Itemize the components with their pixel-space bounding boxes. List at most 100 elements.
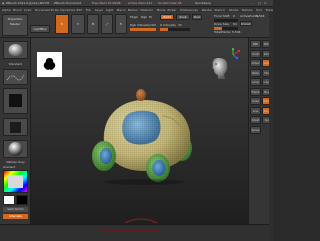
shelf-button-frame[interactable]: Frame (250, 87, 261, 96)
z-intensity-slider[interactable] (160, 28, 190, 31)
menu-item-material[interactable]: Material (140, 8, 152, 12)
document-title: ZBrush Document (54, 1, 82, 5)
z-intensity-value: 25 (178, 23, 182, 27)
alpha-thumbnail[interactable] (3, 88, 28, 114)
free-mem: Free Mem 97.99GB (92, 1, 121, 5)
shelf-button-persp[interactable]: Persp (250, 68, 261, 77)
zadd-button[interactable]: Zadd (160, 14, 174, 20)
texture-off-icon (10, 122, 21, 133)
title-bar: ◆ ZBrush 2021.6 [Jules] ZbrTM ZBrush Doc… (0, 0, 273, 7)
tray-divider[interactable] (269, 12, 273, 241)
bottom-shelf (0, 224, 269, 241)
scale-button[interactable]: ⤢ (101, 14, 113, 34)
maximize-button[interactable]: □ (258, 1, 261, 5)
floor-grid-icon (124, 218, 158, 224)
m-button[interactable]: M (149, 15, 152, 19)
draw-size-label: Draw Size (214, 22, 229, 26)
texture-thumbnail[interactable] (3, 118, 28, 136)
matcap-sphere-icon (8, 142, 23, 156)
menu-item-layer[interactable]: Layer (95, 8, 103, 12)
menu-item-picker[interactable]: Picker (168, 8, 177, 12)
alpha-off-icon (9, 94, 22, 107)
menu-item-texture[interactable]: Texture (242, 8, 253, 12)
draw-button[interactable]: ✏ (71, 14, 85, 34)
menu-item-preferences[interactable]: Preferences (180, 8, 198, 12)
timeline-track[interactable] (100, 230, 160, 231)
mrgb-button[interactable]: Mrgb (130, 15, 138, 19)
close-button[interactable]: × (264, 1, 267, 5)
shelf-button-scale[interactable]: Scale (250, 97, 261, 105)
edit-button[interactable]: ✎ (55, 14, 69, 34)
menu-item-stroke[interactable]: Stroke (229, 8, 239, 12)
toy-car-model[interactable] (86, 86, 206, 186)
projection-master-button[interactable]: Projection Master (2, 14, 28, 36)
menu-item-light[interactable]: Light (106, 8, 114, 12)
standard-brush-icon (8, 44, 23, 56)
rgb-intensity-slider[interactable] (130, 28, 156, 31)
material-thumbnail[interactable] (3, 140, 28, 158)
material-label: MatCap Gray (6, 160, 25, 164)
menu-item-alpha[interactable]: Alpha (2, 8, 11, 12)
color-picker-icon (4, 171, 27, 192)
menu-item-file[interactable]: File (86, 8, 91, 12)
menu-item-brush[interactable]: Brush (13, 8, 22, 12)
menu-item-edit[interactable]: Edit (76, 8, 82, 12)
menu-item-document[interactable]: Document (35, 8, 51, 12)
left-shelf: Standard MatCap Gray Gradient SwitchColo… (0, 38, 31, 224)
shelf-button-scroll[interactable]: Scroll (250, 49, 261, 58)
menu-item-transform[interactable]: Transform (265, 8, 273, 12)
menu-item-render[interactable]: Render (202, 8, 213, 12)
move-icon: ✥ (91, 22, 95, 26)
total-points-value: 5,504 (232, 30, 241, 34)
window-title: ZBrush 2021.6 [Jules] ZbrTM (6, 1, 50, 5)
alpha-preview (37, 52, 62, 77)
scratch-disk: Scratch Disk 48 (158, 1, 182, 5)
focal-shift-value: 0 (233, 14, 235, 18)
menu-item-dynamics[interactable]: Dynamics (60, 8, 75, 12)
scale-icon: ⤢ (105, 22, 109, 26)
shelf-button-xpose[interactable]: Xpose (250, 125, 261, 134)
minimize-button[interactable]: – (252, 1, 254, 5)
brush-label: Standard (8, 62, 23, 66)
rgb-button[interactable]: Rgb (141, 15, 147, 19)
menu-item-movie[interactable]: Movie (157, 8, 166, 12)
draw-icon: ✏ (76, 22, 80, 26)
shelf-button-ghost[interactable]: Ghost (250, 116, 261, 124)
secondary-color-swatch[interactable] (16, 195, 28, 205)
alternate-button[interactable]: Alternate (3, 214, 28, 219)
menu-item-color[interactable]: Color (24, 8, 32, 12)
focal-shift-label: Focal Shift (214, 14, 230, 18)
z-intensity-fill (160, 28, 168, 31)
alpha-blob-icon (43, 58, 56, 70)
zcut-button[interactable]: Zcut (192, 14, 202, 20)
color-picker[interactable] (3, 170, 28, 193)
switch-color-button[interactable]: SwitchColor (3, 207, 28, 212)
shelf-button-line-fill[interactable]: Line Fill (250, 106, 261, 115)
head-navigation-icon[interactable] (209, 55, 231, 81)
dynamic-button[interactable]: Dynamic (240, 21, 252, 26)
menu-item-draw[interactable]: Draw (51, 8, 59, 12)
menu-item-tool[interactable]: Tool (256, 8, 262, 12)
shelf-button-local[interactable]: Local (250, 78, 261, 86)
total-points-label: TotalPoints: (214, 30, 232, 34)
move-button[interactable]: ✥ (87, 14, 99, 34)
stroke-thumbnail[interactable] (3, 69, 28, 85)
active-mem: Active Mem 611 (128, 1, 153, 5)
rgb-intensity-value: 100 (150, 23, 156, 27)
menu-item-marker[interactable]: Marker (128, 8, 138, 12)
gradient-label: Gradient (3, 165, 16, 169)
shelf-button-actual[interactable]: Actual (250, 59, 261, 67)
rgb-intensity-fill (130, 28, 156, 31)
menu-item-macro[interactable]: Macro (117, 8, 126, 12)
main-color-swatch[interactable] (3, 195, 15, 205)
quicksave-button[interactable]: QuickSave (195, 1, 211, 5)
rgb-intensity-label: Rgb Intensity (130, 23, 150, 27)
menu-item-stencil[interactable]: Stencil (214, 8, 224, 12)
lightbox-button[interactable]: LightBox (30, 25, 50, 33)
brush-thumbnail[interactable] (3, 41, 28, 59)
rotate-button[interactable]: ↻ (115, 14, 127, 34)
document-canvas[interactable] (31, 38, 248, 224)
z-intensity-label: Z Intensity (160, 23, 177, 27)
shelf-button-bpr[interactable]: BPR (250, 40, 261, 48)
zsub-button[interactable]: Zsub (176, 14, 190, 20)
